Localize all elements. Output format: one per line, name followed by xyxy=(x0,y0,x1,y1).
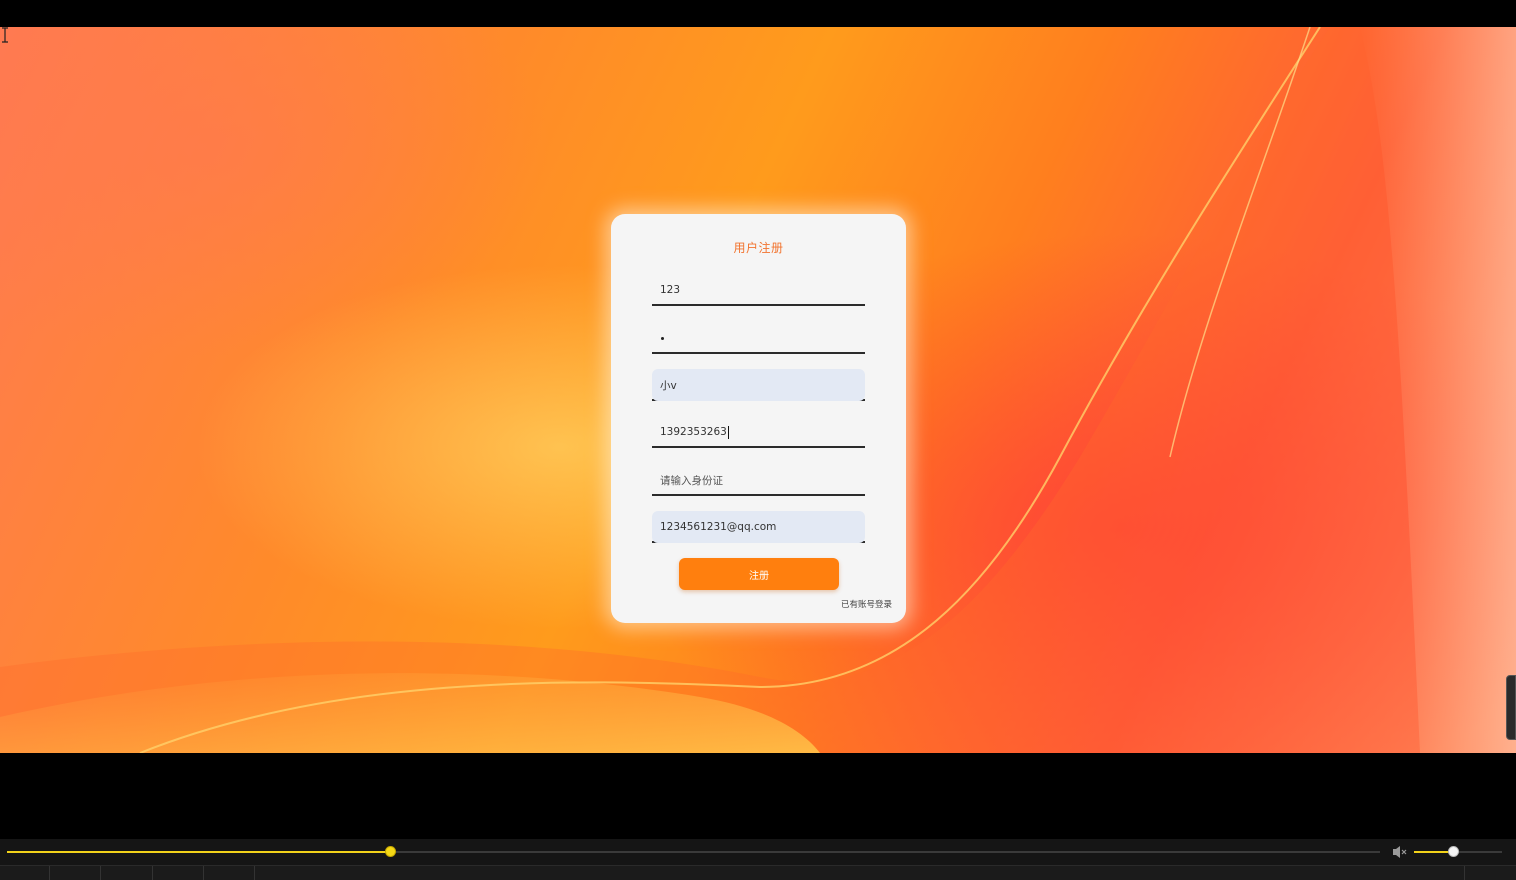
nickname-field[interactable]: 小v xyxy=(652,369,865,401)
text-caret xyxy=(727,425,729,439)
toolbar-cell[interactable] xyxy=(50,866,101,880)
volume-icon[interactable] xyxy=(1391,844,1409,860)
nickname-input[interactable]: 小v xyxy=(652,369,865,401)
seek-bar[interactable] xyxy=(7,846,1380,857)
password-mask-dot xyxy=(661,336,664,340)
username-field[interactable]: 123 xyxy=(652,274,865,306)
toolbar-cell[interactable] xyxy=(204,866,255,880)
seek-bar-fill xyxy=(7,851,391,853)
seek-handle[interactable] xyxy=(385,846,396,857)
screen: 用户注册 123 小v 1392353263 请输入身份证 1234561231… xyxy=(0,0,1516,880)
video-frame: 用户注册 123 小v 1392353263 请输入身份证 1234561231… xyxy=(0,27,1516,753)
player-controls xyxy=(0,839,1516,865)
text-cursor-icon xyxy=(2,27,8,43)
form-title: 用户注册 xyxy=(733,241,784,255)
email-field[interactable]: 1234561231@qq.com xyxy=(652,511,865,543)
toolbar-cell[interactable] xyxy=(0,866,50,880)
register-card: 用户注册 123 小v 1392353263 请输入身份证 1234561231… xyxy=(611,214,906,623)
email-input[interactable]: 1234561231@qq.com xyxy=(652,511,865,543)
id-card-input[interactable]: 请输入身份证 xyxy=(652,464,865,496)
phone-value: 1392353263 xyxy=(660,426,727,438)
volume-slider[interactable] xyxy=(1414,846,1502,857)
password-input[interactable] xyxy=(652,322,865,354)
bottom-toolbar xyxy=(0,865,1516,880)
register-button[interactable]: 注册 xyxy=(679,558,839,590)
toolbar-divider xyxy=(1464,866,1465,880)
phone-input[interactable]: 1392353263 xyxy=(652,416,865,448)
id-card-field[interactable]: 请输入身份证 xyxy=(652,464,865,496)
username-input[interactable]: 123 xyxy=(652,274,865,306)
volume-handle[interactable] xyxy=(1448,846,1459,857)
toolbar-cell[interactable] xyxy=(153,866,204,880)
login-link[interactable]: 已有账号登录 xyxy=(841,598,892,610)
phone-field[interactable]: 1392353263 xyxy=(652,416,865,448)
side-panel-handle[interactable] xyxy=(1506,675,1516,740)
password-field[interactable] xyxy=(652,322,865,354)
toolbar-cell[interactable] xyxy=(101,866,153,880)
